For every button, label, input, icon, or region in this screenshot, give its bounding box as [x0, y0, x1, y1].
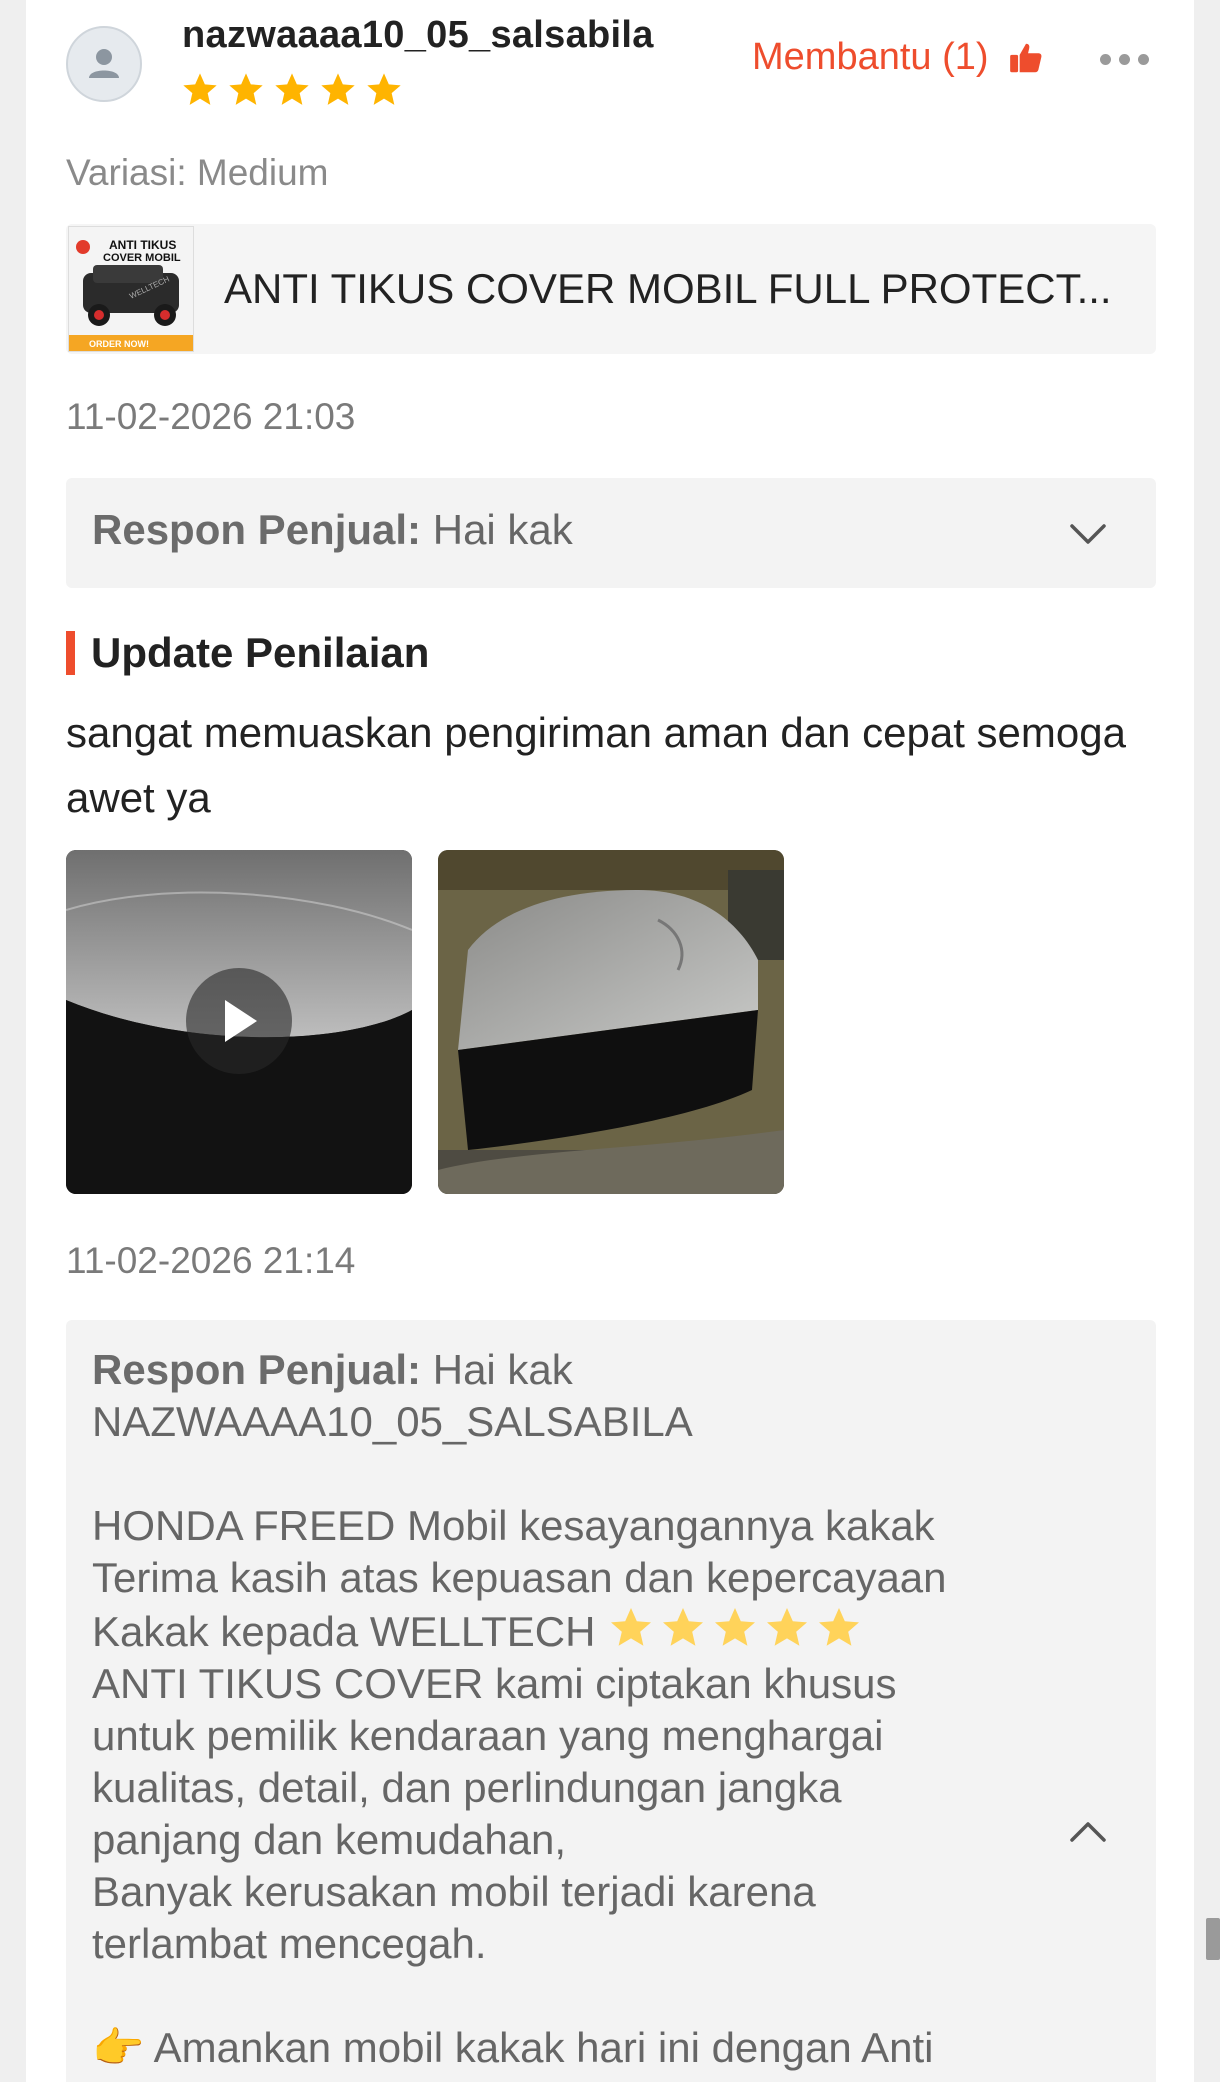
play-button[interactable] [186, 968, 292, 1074]
reply-line: untuk pemilik kendaraan yang menghargai [92, 1712, 884, 1759]
reply-line: HONDA FREED Mobil kesayangannya kakak [92, 1502, 935, 1549]
seller-reply-body: Respon Penjual: Hai kak NAZWAAAA10_05_SAL… [92, 1344, 1052, 2074]
reply-line: NAZWAAAA10_05_SALSABILA [92, 1398, 693, 1445]
review-photo-thumbnail[interactable] [438, 850, 784, 1194]
reply-line: panjang dan kemudahan, [92, 1816, 567, 1863]
reply-line: Amankan mobil kakak hari ini dengan Anti [153, 2024, 934, 2071]
rating-stars [180, 70, 404, 110]
reply-line: Terima kasih atas kepuasan dan kepercaya… [92, 1554, 947, 1601]
review-video-thumbnail[interactable] [66, 850, 412, 1194]
avatar[interactable] [66, 26, 142, 102]
update-review-title: Update Penilaian [91, 629, 430, 676]
scrollbar-thumb[interactable] [1206, 1918, 1220, 1960]
reply-line: Hai kak [432, 1346, 573, 1393]
update-review-heading: Update Penilaian [66, 629, 430, 676]
reviewer-username[interactable]: nazwaaaa10_05_salsabila [182, 14, 654, 57]
star-icon [715, 1608, 756, 1646]
star-icon [367, 73, 401, 105]
star-icon [663, 1608, 704, 1646]
seller-reply-text: Hai kak [432, 506, 573, 553]
chevron-up-icon[interactable] [1066, 1810, 1110, 1854]
product-title: ANTI TIKUS COVER MOBIL FULL PROTECT... [224, 265, 1112, 312]
reply-line: Kakak kepada WELLTECH [92, 1608, 596, 1655]
chevron-down-icon[interactable] [1066, 512, 1110, 556]
play-icon [225, 1000, 257, 1042]
svg-text:COVER MOBIL: COVER MOBIL [103, 252, 181, 264]
seller-reply-expanded[interactable]: Respon Penjual: Hai kak NAZWAAAA10_05_SAL… [66, 1320, 1156, 2082]
seller-reply-preview: Respon Penjual: Hai kak [92, 506, 573, 554]
reply-line: Banyak kerusakan mobil terjadi karena [92, 1868, 816, 1915]
star-icon [321, 73, 355, 105]
seller-reply-label: Respon Penjual: [92, 506, 422, 553]
review-card: nazwaaaa10_05_salsabila Membantu (1) Var… [26, 0, 1194, 2082]
product-thumbnail: ORDER NOW! ANTI TIKUS COVER MOBIL WELLTE… [68, 226, 194, 352]
reply-line: terlambat mencegah. [92, 1920, 487, 1967]
helpful-button[interactable]: Membantu (1) [752, 36, 1045, 79]
star-icon [183, 73, 217, 105]
svg-text:ANTI TIKUS: ANTI TIKUS [109, 238, 176, 252]
helpful-label: Membantu (1) [752, 36, 989, 78]
photo-image [438, 850, 784, 1194]
star-icon [229, 73, 263, 105]
seller-reply-collapsed[interactable]: Respon Penjual: Hai kak [66, 478, 1156, 588]
star-icon [611, 1608, 652, 1646]
review-text: sangat memuaskan pengiriman aman dan cep… [66, 709, 1126, 821]
update-timestamp: 11-02-2026 21:14 [66, 1240, 356, 1281]
seller-reply-label: Respon Penjual: [92, 1346, 422, 1393]
svg-text:ORDER NOW!: ORDER NOW! [89, 339, 149, 349]
inline-star-emojis [607, 1604, 863, 1652]
pointing-hand-icon: 👉 [92, 2024, 145, 2071]
more-options-icon[interactable] [1100, 54, 1149, 65]
reply-line: kualitas, detail, dan perlindungan jangk… [92, 1764, 842, 1811]
star-icon [767, 1608, 808, 1646]
star-icon [819, 1608, 860, 1646]
product-link[interactable]: ORDER NOW! ANTI TIKUS COVER MOBIL WELLTE… [66, 224, 1156, 354]
thumbs-up-icon [1009, 43, 1042, 72]
user-icon [89, 49, 119, 78]
star-icon [275, 73, 309, 105]
accent-bar [66, 631, 75, 675]
variation-label: Variasi: Medium [66, 152, 329, 193]
product-image: ORDER NOW! ANTI TIKUS COVER MOBIL WELLTE… [69, 227, 193, 351]
reply-line: ANTI TIKUS COVER kami ciptakan khusus [92, 1660, 897, 1707]
review-timestamp: 11-02-2026 21:03 [66, 396, 356, 437]
